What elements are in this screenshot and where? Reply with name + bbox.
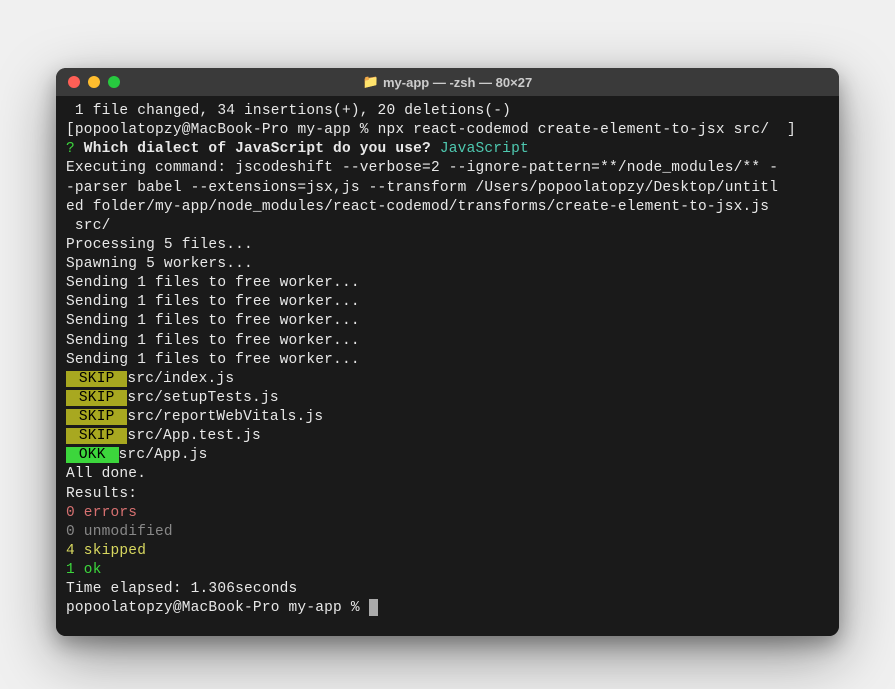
sending-line: Sending 1 files to free worker... — [66, 351, 829, 370]
file-path: src/App.js — [119, 447, 208, 463]
file-path: src/reportWebVitals.js — [127, 409, 323, 425]
file-result-line: OKK src/App.js — [66, 446, 829, 465]
ok-count: 1 ok — [66, 561, 829, 580]
skipped-count: 4 skipped — [66, 542, 829, 561]
all-done-line: All done. — [66, 465, 829, 484]
time-elapsed-line: Time elapsed: 1.306seconds — [66, 580, 829, 599]
file-result-line: SKIP src/reportWebVitals.js — [66, 408, 829, 427]
close-icon[interactable] — [68, 76, 80, 88]
terminal-body[interactable]: 1 file changed, 34 insertions(+), 20 del… — [56, 96, 839, 636]
unmodified-count: 0 unmodified — [66, 523, 829, 542]
exec-line-1: Executing command: jscodeshift --verbose… — [66, 159, 829, 178]
question-answer: JavaScript — [440, 141, 529, 157]
window-title: 📁 my-app — -zsh — 80×27 — [68, 74, 827, 90]
file-result-line: SKIP src/setupTests.js — [66, 389, 829, 408]
window-title-text: my-app — -zsh — 80×27 — [383, 75, 532, 90]
bracket-close: ] — [787, 122, 796, 138]
processing-line: Processing 5 files... — [66, 236, 829, 255]
question-text: Which dialect of JavaScript do you use? — [75, 141, 440, 157]
skip-badge: SKIP — [66, 390, 127, 406]
folder-icon: 📁 — [363, 74, 379, 90]
sending-line: Sending 1 files to free worker... — [66, 312, 829, 331]
file-path: src/App.test.js — [127, 428, 261, 444]
terminal-window: 📁 my-app — -zsh — 80×27 1 file changed, … — [56, 68, 839, 636]
file-path: src/index.js — [127, 371, 234, 387]
skip-badge: SKIP — [66, 409, 127, 425]
skip-badge: SKIP — [66, 371, 127, 387]
exec-line-2: -parser babel --extensions=jsx,js --tran… — [66, 179, 829, 198]
cursor-icon — [369, 599, 378, 616]
bracket-open: [ — [66, 122, 75, 138]
minimize-icon[interactable] — [88, 76, 100, 88]
maximize-icon[interactable] — [108, 76, 120, 88]
file-path: src/setupTests.js — [127, 390, 278, 406]
sending-line: Sending 1 files to free worker... — [66, 293, 829, 312]
git-summary-line: 1 file changed, 34 insertions(+), 20 del… — [66, 102, 829, 121]
file-result-line: SKIP src/index.js — [66, 370, 829, 389]
question-line: ? Which dialect of JavaScript do you use… — [66, 140, 829, 159]
title-bar: 📁 my-app — -zsh — 80×27 — [56, 68, 839, 96]
skip-badge: SKIP — [66, 428, 127, 444]
exec-line-4: src/ — [66, 217, 829, 236]
final-prompt-text: popoolatopzy@MacBook-Pro my-app % — [66, 600, 369, 616]
ok-badge: OKK — [66, 447, 119, 463]
results-label: Results: — [66, 485, 829, 504]
errors-count: 0 errors — [66, 504, 829, 523]
traffic-lights — [68, 76, 120, 88]
prompt-command-line: [popoolatopzy@MacBook-Pro my-app % npx r… — [66, 121, 829, 140]
file-result-line: SKIP src/App.test.js — [66, 427, 829, 446]
prompt-user: popoolatopzy@MacBook-Pro my-app % — [75, 122, 378, 138]
final-prompt-line[interactable]: popoolatopzy@MacBook-Pro my-app % — [66, 599, 829, 618]
spawning-line: Spawning 5 workers... — [66, 255, 829, 274]
command-text: npx react-codemod create-element-to-jsx … — [378, 122, 787, 138]
question-mark-icon: ? — [66, 141, 75, 157]
sending-line: Sending 1 files to free worker... — [66, 332, 829, 351]
exec-line-3: ed folder/my-app/node_modules/react-code… — [66, 198, 829, 217]
sending-line: Sending 1 files to free worker... — [66, 274, 829, 293]
